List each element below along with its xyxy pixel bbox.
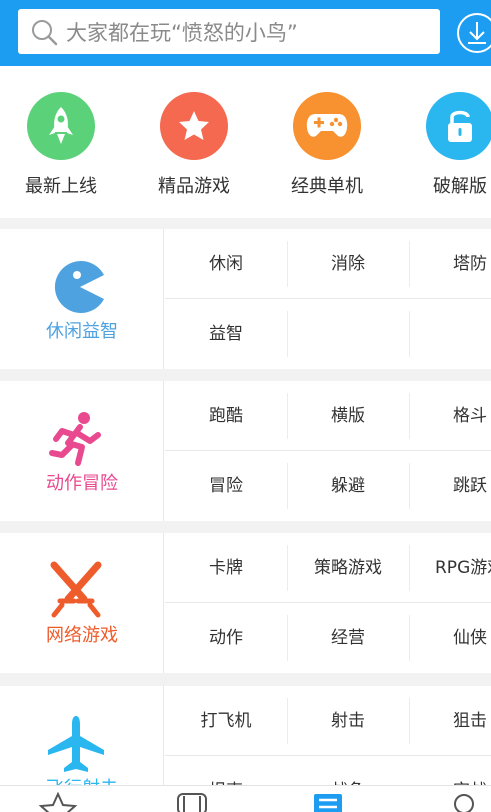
rocket-icon [27, 92, 95, 160]
category-title: 休闲益智 [46, 321, 118, 342]
star-icon [160, 92, 228, 160]
tag-strategy[interactable]: 策略游戏 [287, 533, 409, 603]
tag-card[interactable]: 卡牌 [165, 533, 287, 603]
tag-match[interactable]: 消除 [287, 229, 409, 299]
search-icon [32, 19, 58, 45]
category-header[interactable]: 动作冒险 [0, 381, 164, 521]
quick-link-label: 最新上线 [25, 176, 97, 197]
tag-grid: 卡牌 策略游戏 RPG游戏 动作 经营 仙侠 [165, 533, 491, 673]
tag-rpg[interactable]: RPG游戏 [409, 533, 491, 603]
category-flight: 飞行射击 打飞机 射击 狙击 坦克 战争 空战 [0, 686, 491, 785]
category-title: 动作冒险 [46, 473, 118, 494]
tag-sniper[interactable]: 狙击 [409, 686, 491, 756]
category-online: 网络游戏 卡牌 策略游戏 RPG游戏 动作 经营 仙侠 [0, 533, 491, 673]
star-outline-icon[interactable] [38, 792, 78, 812]
tag-tower-defense[interactable]: 塔防 [409, 229, 491, 299]
category-title: 飞行射击 [0, 774, 164, 785]
category-casual: 休闲益智 休闲 消除 塔防 益智 [0, 229, 491, 369]
grid-divider [287, 311, 288, 357]
quick-link-featured[interactable]: 精品游戏 [134, 92, 254, 198]
bottom-tab-bar [0, 785, 491, 812]
category-title: 网络游戏 [46, 625, 118, 646]
quick-links: 最新上线 精品游戏 经典单机 破解版 [0, 66, 491, 218]
tag-adventure[interactable]: 冒险 [165, 451, 287, 521]
airplane-icon [48, 716, 104, 772]
download-icon[interactable] [455, 11, 491, 55]
crossed-swords-icon [50, 561, 102, 618]
pacman-icon [54, 261, 104, 313]
tag-xianxia[interactable]: 仙侠 [409, 603, 491, 673]
category-action: 动作冒险 跑酷 横版 格斗 冒险 躲避 跳跃 [0, 381, 491, 521]
tag-tank[interactable]: 坦克 [165, 756, 287, 785]
tag-shoot-planes[interactable]: 打飞机 [165, 686, 287, 756]
list-icon[interactable] [312, 792, 344, 812]
quick-link-classic[interactable]: 经典单机 [267, 92, 387, 198]
quick-link-label: 经典单机 [291, 176, 363, 197]
tag-fighting[interactable]: 格斗 [409, 381, 491, 451]
quick-link-cracked[interactable]: 破解版 [400, 92, 491, 198]
tag-dodge[interactable]: 躲避 [287, 451, 409, 521]
quick-link-label: 破解版 [433, 176, 487, 197]
tag-grid: 跑酷 横版 格斗 冒险 躲避 跳跃 [165, 381, 491, 521]
search-placeholder: 大家都在玩“愤怒的小鸟” [66, 20, 298, 45]
category-header[interactable]: 休闲益智 [0, 229, 164, 369]
tag-casual[interactable]: 休闲 [165, 229, 287, 299]
tag-parkour[interactable]: 跑酷 [165, 381, 287, 451]
profile-icon[interactable] [448, 792, 480, 812]
tag-grid: 打飞机 射击 狙击 坦克 战争 空战 [165, 686, 491, 785]
tag-management[interactable]: 经营 [287, 603, 409, 673]
category-header[interactable]: 飞行射击 [0, 686, 164, 785]
unlock-icon [426, 92, 491, 160]
grid-divider [409, 311, 410, 357]
tag-grid: 休闲 消除 塔防 益智 [165, 229, 491, 369]
tag-war[interactable]: 战争 [287, 756, 409, 785]
search-box[interactable]: 大家都在玩“愤怒的小鸟” [18, 9, 440, 54]
tag-puzzle[interactable]: 益智 [165, 299, 287, 369]
tag-side-scroller[interactable]: 横版 [287, 381, 409, 451]
tag-action[interactable]: 动作 [165, 603, 287, 673]
tag-shooting[interactable]: 射击 [287, 686, 409, 756]
gamepad-outline-icon[interactable] [172, 792, 212, 812]
quick-link-new[interactable]: 最新上线 [1, 92, 121, 198]
gamepad-icon [293, 92, 361, 160]
tag-jump[interactable]: 跳跃 [409, 451, 491, 521]
category-header[interactable]: 网络游戏 [0, 533, 164, 673]
header-bar: 大家都在玩“愤怒的小鸟” [0, 0, 491, 66]
quick-link-label: 精品游戏 [158, 176, 230, 197]
tag-air-combat[interactable]: 空战 [409, 756, 491, 785]
runner-icon [49, 412, 101, 466]
